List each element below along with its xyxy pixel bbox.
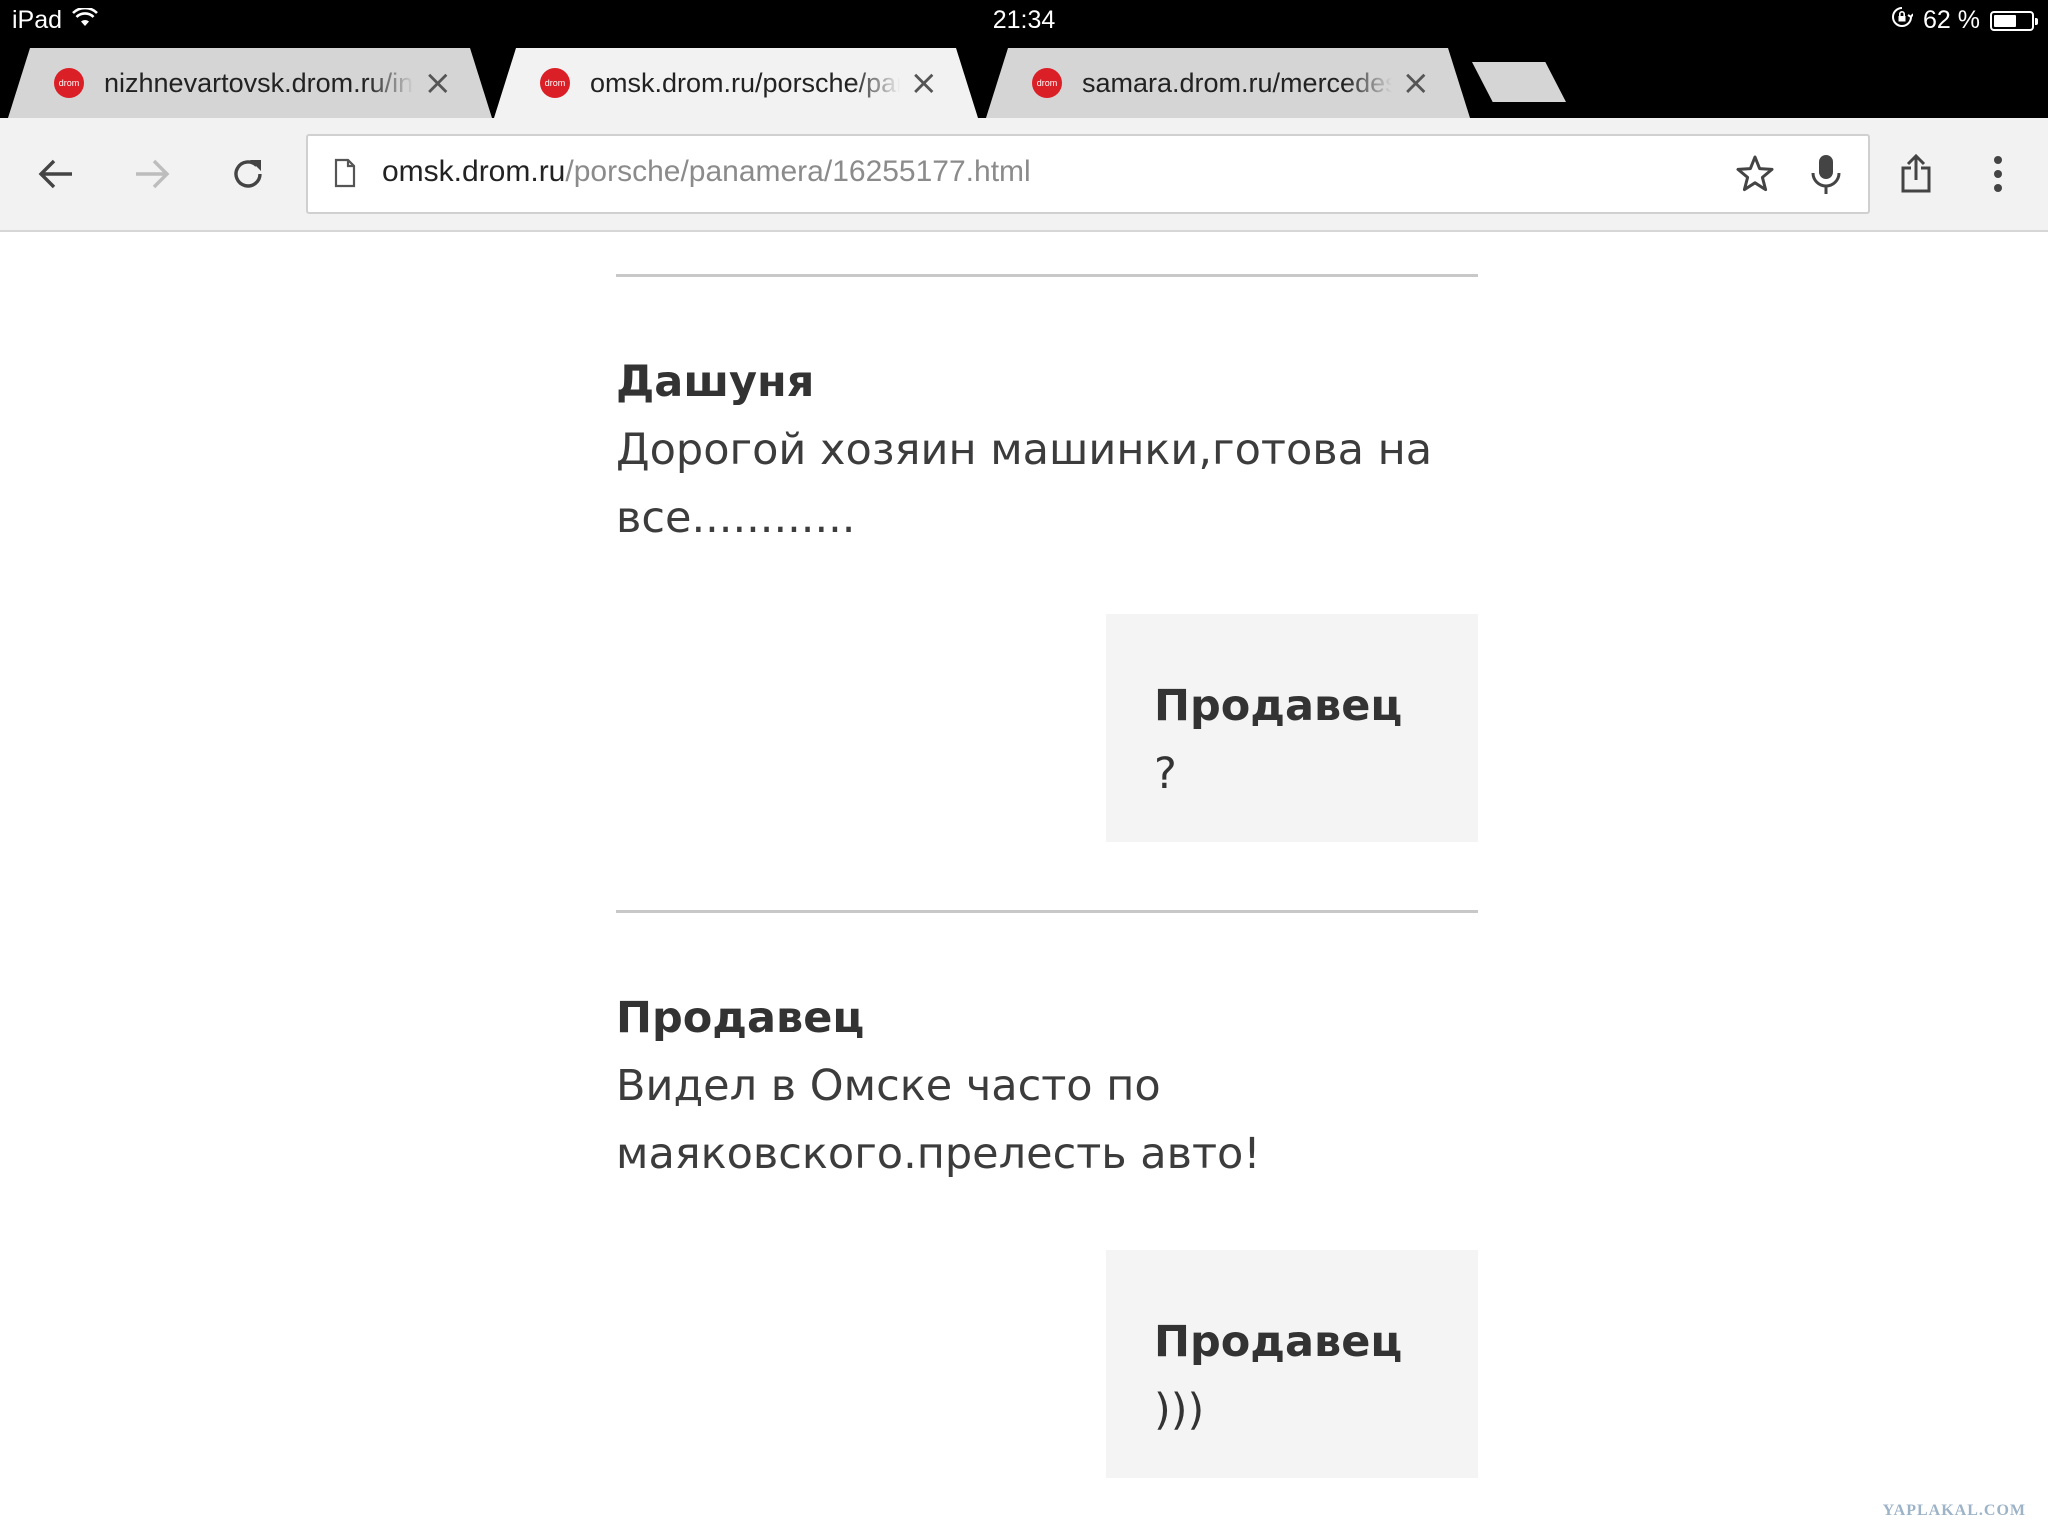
microphone-icon[interactable] [1808,153,1844,201]
status-bar: iPad 21:34 62 % [0,0,2048,40]
drom-logo-icon: drom [540,68,570,98]
comment-text-line: маяковского.прелесть авто! [616,1129,1261,1179]
tab-samara[interactable]: drom samara.drom.ru/mercedes-benz × [986,48,1470,118]
reload-button[interactable] [222,148,274,200]
url-host: omsk.drom.ru [382,155,566,188]
share-icon [1901,154,1931,193]
clock: 21:34 [992,6,1056,34]
comment-text-line: Видел в Омске часто по [616,1061,1161,1111]
reload-icon [234,160,262,188]
tab-strip: drom nizhnevartovsk.drom.ru/infiniti × d… [0,40,2048,118]
comment-reply: Продавец ? [1106,614,1478,842]
tab-omsk-active[interactable]: drom omsk.drom.ru/porsche/panamera × [494,48,978,118]
close-tab-icon[interactable]: × [1402,66,1431,100]
tab-nizhnevartovsk[interactable]: drom nizhnevartovsk.drom.ru/infiniti × [8,48,492,118]
arrow-left-icon [38,159,72,189]
reply-text: ? [1154,749,1177,799]
comment-divider [616,274,1478,277]
back-button[interactable] [30,148,82,200]
more-vertical-icon [1994,156,2002,192]
comment-divider [616,910,1478,913]
tab-title: nizhnevartovsk.drom.ru/infiniti [104,67,414,98]
tab-title: samara.drom.ru/mercedes-benz [1082,67,1386,98]
reply-author: Продавец [1154,681,1403,731]
comment: Дашуня Дорогой хозяин машинки,готова на … [616,348,1478,552]
drom-logo-icon: drom [1032,68,1062,98]
menu-button[interactable] [1972,148,2024,200]
page-content: Дашуня Дорогой хозяин машинки,готова на … [0,232,2048,1536]
comment-reply: Продавец ))) [1106,1250,1478,1478]
orientation-lock-icon [1891,6,1914,35]
battery-percent: 62 % [1923,6,1980,34]
drom-logo-icon: drom [54,68,84,98]
url-path: /porsche/panamera/16255177.html [565,155,1031,188]
share-button[interactable] [1890,148,1942,200]
comment-author: Дашуня [616,357,815,407]
comment-text-line: все............ [616,493,856,543]
reply-text: ))) [1154,1385,1205,1435]
close-tab-icon[interactable]: × [910,66,939,100]
comment-text-line: Дорогой хозяин машинки,готова на [616,425,1433,475]
browser-toolbar: omsk.drom.ru/porsche/panamera/16255177.h… [0,118,2048,232]
close-tab-icon[interactable]: × [424,66,453,100]
reply-author: Продавец [1154,1317,1403,1367]
forward-button[interactable] [126,148,178,200]
arrow-right-icon [136,159,170,189]
new-tab-button[interactable] [1472,62,1566,102]
battery-level [1994,14,2016,27]
watermark: YAPLAKAL.COM [1882,1502,2026,1519]
bookmark-star-icon[interactable] [1734,153,1776,199]
address-bar[interactable]: omsk.drom.ru/porsche/panamera/16255177.h… [306,134,1870,214]
url-text: omsk.drom.ru/porsche/panamera/16255177.h… [382,155,1031,189]
battery-icon [1990,10,2038,31]
browser-window: iPad 21:34 62 % drom nizhnevartovsk.drom… [0,0,2048,1536]
comment-author: Продавец [616,993,865,1043]
page-icon [334,158,356,192]
comment: Продавец Видел в Омске часто по маяковск… [616,984,1478,1188]
tab-title: omsk.drom.ru/porsche/panamera [590,67,897,98]
